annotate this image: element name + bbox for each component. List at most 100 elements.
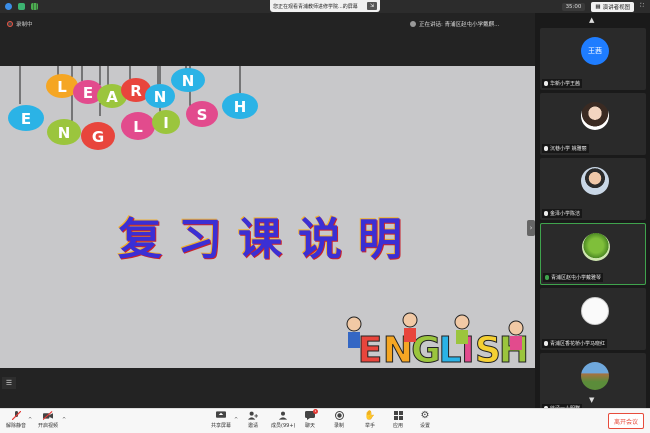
speaker-view-label: 演讲者视图	[602, 4, 631, 11]
learn-english-bunting-illustration: L E A R N N E N G L I S H	[8, 66, 258, 150]
share-screen-button[interactable]: 共享屏幕	[211, 411, 231, 429]
exit-icon[interactable]: ⇲	[367, 2, 377, 10]
mic-muted-icon	[544, 211, 548, 216]
scroll-down-icon[interactable]: ▼	[589, 396, 594, 404]
participant-name: 沉巷小学 姚雅丽	[550, 146, 587, 152]
leave-meeting-button[interactable]: 离开会议	[608, 413, 644, 429]
english-kids-illustration: E N G L I S H	[346, 312, 530, 368]
meeting-timer: 35:00	[561, 2, 586, 11]
svg-text:L: L	[57, 78, 67, 96]
hand-icon: ✋	[364, 410, 376, 421]
signal-icon	[31, 3, 38, 10]
apps-button[interactable]: 应用	[393, 411, 403, 429]
participant-tile[interactable]: 青浦区香花桥小学马晓红	[540, 288, 646, 350]
speaker-avatar-icon	[410, 21, 416, 27]
avatar	[581, 297, 609, 325]
start-video-button[interactable]: 开启视频	[38, 411, 58, 429]
bottom-toolbar: 解除静音 ^ 开启视频 ^ 共享屏幕 ^ 邀请 成员(99+) 1 聊天 录制 …	[0, 408, 650, 433]
mic-muted-icon	[544, 341, 548, 346]
fullscreen-icon[interactable]: ⛶	[640, 3, 644, 10]
chat-icon: 1	[305, 409, 318, 420]
shared-screen-area: 录制中 正在讲话: 青浦区赵屯小学戴麒... L E A R N N E N G…	[0, 13, 535, 408]
record-icon	[334, 411, 344, 420]
share-screen-label: 共享屏幕	[211, 423, 232, 429]
svg-text:N: N	[58, 124, 71, 142]
chat-button[interactable]: 1 聊天	[305, 409, 318, 429]
share-banner-text: 您正在观看青浦教师进修学院...的屏幕	[273, 3, 358, 10]
recording-indicator[interactable]: 录制中	[7, 20, 33, 28]
svg-text:A: A	[106, 88, 118, 106]
share-options-caret[interactable]: ^	[234, 417, 238, 423]
svg-text:N: N	[154, 88, 167, 106]
presentation-slide: L E A R N N E N G L I S H 复习课说明 E N G L …	[0, 66, 535, 368]
grid-icon: ▦	[595, 3, 601, 10]
settings-label: 设置	[420, 423, 431, 429]
avatar	[582, 233, 610, 261]
apps-icon	[393, 411, 403, 420]
list-toggle-icon[interactable]: ☰	[2, 377, 16, 389]
unmute-button[interactable]: 解除静音	[6, 411, 26, 429]
svg-text:N: N	[182, 72, 195, 90]
record-button[interactable]: 录制	[334, 411, 344, 429]
participant-name: 金泽小学陈洁	[550, 211, 581, 217]
scroll-up-icon[interactable]: ▲	[589, 16, 594, 24]
info-icon[interactable]	[5, 3, 12, 10]
mic-muted-icon	[544, 81, 548, 86]
slide-title: 复习课说明	[118, 214, 418, 265]
speaker-view-button[interactable]: ▦ 演讲者视图	[591, 1, 635, 12]
chat-label: 聊天	[305, 423, 316, 429]
meeting-window: 您正在观看青浦教师进修学院...的屏幕 ⇲ 35:00 ▦ 演讲者视图 ⛶ 录制…	[0, 0, 650, 433]
participant-name: 青浦区香花桥小学马晓红	[550, 341, 606, 347]
apps-label: 应用	[393, 423, 404, 429]
participants-icon	[278, 411, 288, 420]
collapse-sidebar-handle[interactable]: ›	[527, 220, 535, 236]
participant-label: 沉巷小学 姚雅丽	[542, 144, 589, 153]
participant-label: 华新小学王茜	[542, 79, 583, 88]
settings-button[interactable]: ⚙ 设置	[420, 410, 431, 429]
audio-options-caret[interactable]: ^	[28, 417, 32, 423]
participant-name: 华新小学王茜	[550, 81, 581, 87]
record-dot-icon	[7, 21, 13, 27]
invite-button[interactable]: 邀请	[248, 411, 258, 429]
svg-text:S: S	[197, 106, 208, 124]
participant-tile[interactable]: 王茜 华新小学王茜	[540, 28, 646, 90]
share-banner: 您正在观看青浦教师进修学院...的屏幕 ⇲	[270, 0, 380, 12]
shield-icon[interactable]	[18, 3, 25, 10]
mic-active-icon	[545, 275, 549, 280]
avatar	[581, 102, 609, 130]
mic-off-icon	[11, 411, 21, 420]
participant-label: 金泽小学陈洁	[542, 209, 583, 218]
svg-text:G: G	[92, 128, 104, 146]
add-person-icon	[248, 411, 258, 420]
raise-hand-button[interactable]: ✋ 举手	[364, 410, 376, 430]
video-options-caret[interactable]: ^	[62, 417, 66, 423]
svg-text:R: R	[130, 82, 142, 100]
mic-muted-icon	[544, 146, 548, 151]
svg-text:I: I	[163, 114, 169, 132]
unmute-label: 解除静音	[6, 423, 27, 429]
participant-tile[interactable]: 沉巷小学 姚雅丽	[540, 93, 646, 155]
participants-button[interactable]: 成员(99+)	[271, 411, 295, 429]
participant-tile[interactable]: 金泽小学陈洁	[540, 158, 646, 220]
start-video-label: 开启视频	[38, 423, 59, 429]
video-off-icon	[43, 411, 53, 420]
svg-text:S: S	[475, 330, 501, 368]
svg-text:L: L	[133, 118, 143, 136]
status-icons	[0, 3, 38, 10]
top-right-controls: 35:00 ▦ 演讲者视图 ⛶	[561, 0, 650, 13]
record-label: 录制	[334, 423, 345, 429]
participant-gallery: ▲ 王茜 华新小学王茜 沉巷小学 姚雅丽 金泽小学陈洁 青浦区赵屯小学戴雅琴 青…	[535, 13, 650, 415]
svg-text:H: H	[234, 98, 247, 116]
svg-text:E: E	[83, 84, 93, 102]
participant-label: 青浦区赵屯小学戴雅琴	[543, 273, 604, 282]
speaking-label: 正在讲话: 青浦区赵屯小学戴麒...	[419, 22, 500, 28]
avatar	[581, 362, 609, 390]
svg-text:E: E	[21, 110, 31, 128]
participant-name: 青浦区赵屯小学戴雅琴	[551, 275, 602, 281]
avatar: 王茜	[581, 37, 609, 65]
participant-tile-active[interactable]: 青浦区赵屯小学戴雅琴	[540, 223, 646, 285]
participant-tile[interactable]: 徐泾一小明群	[540, 353, 646, 415]
raise-hand-label: 举手	[365, 423, 376, 429]
recording-label: 录制中	[16, 22, 33, 28]
invite-label: 邀请	[248, 423, 259, 429]
